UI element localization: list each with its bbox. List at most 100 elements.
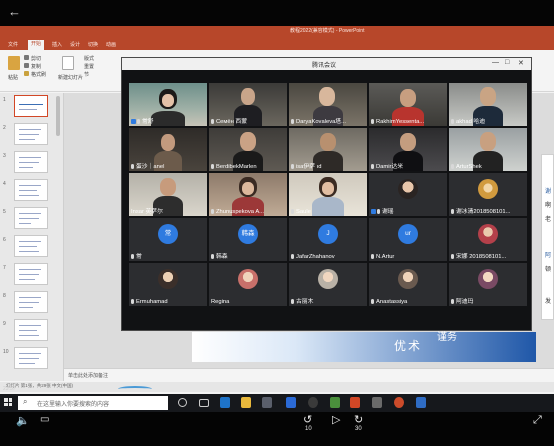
slide-number: 5 [3,209,6,215]
notes-pane[interactable] [64,368,554,382]
app-icon[interactable] [330,397,340,408]
slide-thumbnail[interactable] [14,235,48,257]
avatar [158,269,178,289]
tab-file[interactable]: 文件 [8,41,18,48]
participant-tile[interactable]: 谢冰清2018508101... [449,173,527,216]
layout-label[interactable]: 版式 [84,55,94,62]
participant-tile[interactable]: Семён 西蒙 [209,83,287,126]
tencent-meeting-icon[interactable] [286,397,296,408]
section-label[interactable]: 节 [84,71,89,78]
volume-icon[interactable]: 🔈 [16,414,30,427]
participant-name: 蛋沙｜anel [131,161,205,170]
participant-tile[interactable]: DaryaKovaleva塔... [289,83,367,126]
slide-thumbnail[interactable] [14,263,48,285]
close-icon[interactable]: ✕ [518,59,524,67]
file-explorer-icon[interactable] [241,397,251,408]
participant-tile[interactable]: 谢瑶 [369,173,447,216]
windows-start-icon[interactable] [4,398,12,406]
participant-tile[interactable]: akhad 哈迪 [449,83,527,126]
new-slide-label: 新建幻灯片 [58,75,84,81]
rewind-10-icon[interactable]: ↺ [303,413,312,426]
participant-tile[interactable]: 古丽木 [289,263,367,306]
avatar: 韩森 [238,224,258,244]
thumbnail-scrollbar[interactable] [56,96,60,136]
maximize-icon[interactable]: □ [505,59,509,66]
slide-thumbnail[interactable] [14,319,48,341]
participant-name: Anastassiya [371,299,445,305]
participant-tile[interactable]: Damir达米 [369,128,447,171]
edge-icon[interactable] [220,397,230,408]
participant-tile[interactable]: Insar 英萨尔 [129,173,207,216]
task-view-icon[interactable] [199,399,209,407]
captions-icon[interactable]: ▭ [40,414,49,425]
tab-animations[interactable]: 动画 [106,41,116,48]
copy-icon[interactable] [24,63,29,68]
participant-tile[interactable]: ArturShek [449,128,527,171]
participant-name: ArturShek [451,164,525,170]
slide-thumbnail[interactable] [14,151,48,173]
slide-thumbnail[interactable] [14,347,48,369]
ppt-ribbon-tabs: 文件 开始 插入 设计 切换 动画 [0,39,554,50]
participant-tile[interactable]: Saule [289,173,367,216]
slide-number: 1 [3,97,6,103]
tab-design[interactable]: 设计 [70,41,80,48]
participant-tile[interactable]: 宋娜 2018508101... [449,218,527,261]
format-painter-icon[interactable] [24,71,29,76]
participant-tile[interactable]: BerdibekMarlen [209,128,287,171]
avatar [238,269,258,289]
participant-tile[interactable]: Anastassiya [369,263,447,306]
taskbar-search-placeholder[interactable]: 在这里输入你要搜索的内容 [37,399,109,408]
back-arrow-icon[interactable]: ← [8,4,21,19]
participant-name: N.Artur [371,254,445,260]
participant-tile[interactable]: 常舒 [129,83,207,126]
microphone-icon [371,164,374,169]
slide-thumbnail[interactable] [14,179,48,201]
microphone-icon [131,254,134,259]
participant-tile[interactable]: 常 常 [129,218,207,261]
notes-placeholder[interactable]: 单击此处添加备注 [68,372,108,379]
cortana-icon[interactable] [178,398,187,407]
powerpoint-icon[interactable] [350,397,360,408]
microphone-icon [451,209,454,214]
new-slide-icon[interactable] [62,56,74,70]
microphone-icon [451,164,454,169]
participant-tile[interactable]: RakhimYessenta... [369,83,447,126]
app-icon[interactable] [394,397,404,408]
participant-tile[interactable]: Regina [209,263,287,306]
app-icon[interactable] [416,397,426,408]
cut-icon[interactable] [24,55,29,60]
participant-tile[interactable]: Ermuhamad [129,263,207,306]
participant-tile[interactable]: 蛋沙｜anel [129,128,207,171]
slide-thumbnail[interactable] [14,207,48,229]
microphone-icon [291,299,294,304]
slide-thumbnail[interactable] [14,95,48,117]
play-icon[interactable]: ▷ [332,413,340,426]
microphone-icon [377,209,380,214]
fullscreen-icon[interactable]: ⤢ [533,414,542,427]
participant-tile[interactable]: J JafarZhahanov [289,218,367,261]
tab-transitions[interactable]: 切换 [88,41,98,48]
participant-name: 韩森 [211,251,285,260]
chat-char: 顿 [545,267,552,273]
slide-thumbnail[interactable] [14,123,48,145]
participant-name: 古丽木 [291,296,365,305]
participant-tile[interactable]: Zhunuspekova A... [209,173,287,216]
tab-insert[interactable]: 插入 [52,41,62,48]
participant-tile[interactable]: ur N.Artur [369,218,447,261]
store-icon[interactable] [262,397,272,408]
participant-tile[interactable]: 阿迪玛 [449,263,527,306]
forward-30-icon[interactable]: ↻ [354,413,363,426]
tab-home[interactable]: 开始 [28,40,45,50]
reset-label[interactable]: 重置 [84,63,94,70]
paste-icon[interactable] [8,56,20,70]
participant-name: Saule [291,209,365,215]
app-icon[interactable] [372,397,382,408]
slide-thumbnail[interactable] [14,291,48,313]
participant-tile[interactable]: isa伊萨 ıd [289,128,367,171]
participant-tile[interactable]: 韩森 韩森 [209,218,287,261]
ppt-status-text: 幻灯片 第1张，共29张 中文(中国) [6,383,74,388]
app-icon[interactable] [308,397,318,408]
video-player-controls [0,412,554,446]
participant-name: Insar 英萨尔 [131,209,163,215]
minimize-icon[interactable]: — [492,59,499,66]
